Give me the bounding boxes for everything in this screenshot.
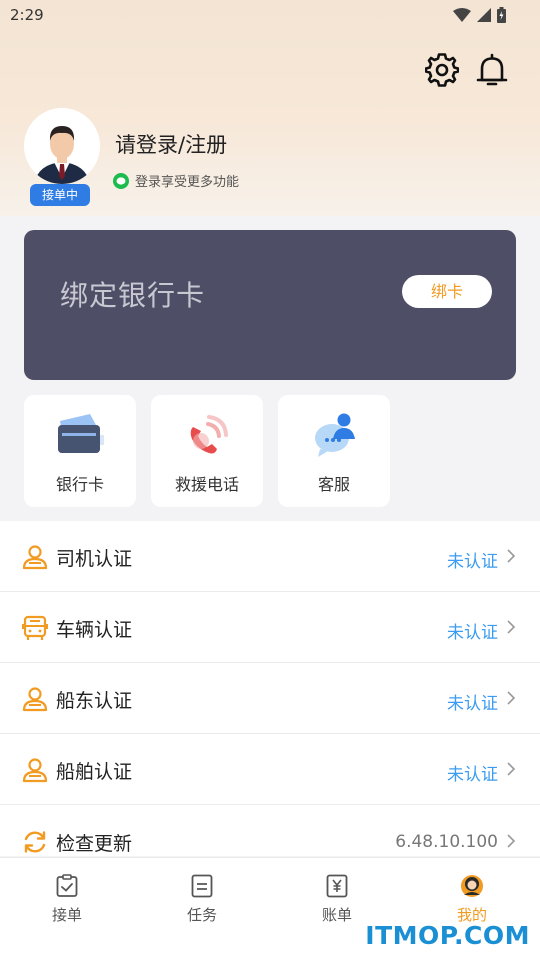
menu-row-label: 车辆认证 — [56, 619, 133, 641]
chevron-right-icon — [507, 620, 516, 634]
menu-row-status: 未认证 — [447, 623, 498, 643]
ship-icon — [22, 758, 48, 783]
quick-action-label: 银行卡 — [55, 475, 104, 494]
battery-icon — [497, 7, 506, 23]
task-list-icon — [191, 874, 213, 898]
chevron-right-icon — [507, 549, 516, 563]
status-icons — [453, 7, 506, 23]
menu-row-ship-verification[interactable]: 船舶认证 未认证 — [0, 734, 540, 805]
bind-bank-card-panel: 绑定银行卡 绑卡 — [24, 230, 516, 380]
quick-action-customer-service[interactable]: 客服 — [278, 395, 390, 507]
clipboard-check-icon — [56, 874, 78, 897]
chevron-right-icon — [507, 834, 516, 848]
menu-row-status: 未认证 — [447, 694, 498, 714]
menu-row-shipowner-verification[interactable]: 船东认证 未认证 — [0, 663, 540, 734]
wechat-icon — [113, 172, 129, 189]
quick-action-label: 客服 — [317, 475, 350, 494]
rescue-phone-icon — [190, 415, 228, 454]
bank-card-title: 绑定银行卡 — [60, 279, 206, 312]
signal-icon — [477, 8, 491, 22]
bill-yuan-icon — [326, 874, 348, 898]
quick-action-bank-card[interactable]: 银行卡 — [24, 395, 136, 507]
vehicle-icon — [22, 615, 48, 640]
menu-row-label: 检查更新 — [56, 833, 133, 855]
menu-row-driver-verification[interactable]: 司机认证 未认证 — [0, 521, 540, 592]
refresh-icon — [24, 831, 46, 853]
status-time: 2:29 — [10, 6, 44, 24]
quick-action-label: 救援电话 — [174, 475, 239, 494]
chevron-right-icon — [507, 762, 516, 776]
driver-icon — [22, 545, 48, 570]
login-subtitle: 登录享受更多功能 — [113, 171, 239, 190]
login-subtitle-text: 登录享受更多功能 — [135, 175, 240, 190]
profile-icon — [461, 875, 483, 897]
menu-row-status: 未认证 — [447, 552, 498, 572]
settings-gear-icon[interactable] — [425, 52, 459, 88]
tab-orders[interactable]: 接单 — [17, 872, 117, 932]
watermark: ITMOP.COM — [365, 921, 530, 950]
quick-action-rescue-phone[interactable]: 救援电话 — [151, 395, 263, 507]
customer-service-icon — [315, 413, 355, 457]
menu-row-check-update[interactable]: 检查更新 6.48.10.100 — [0, 806, 540, 856]
menu-row-vehicle-verification[interactable]: 车辆认证 未认证 — [0, 592, 540, 663]
menu-row-status: 未认证 — [447, 765, 498, 785]
bind-card-button[interactable]: 绑卡 — [402, 275, 492, 308]
tab-label: 任务 — [186, 906, 217, 924]
menu-list: 司机认证 未认证 车辆认证 未认证 船东认证 未认证 船舶认证 未认证 检查更新… — [0, 521, 540, 856]
bank-card-icon — [58, 414, 104, 453]
notification-bell-icon[interactable] — [475, 52, 509, 88]
shipowner-icon — [22, 687, 48, 712]
login-register-link[interactable]: 请登录/注册 — [115, 129, 227, 159]
menu-row-label: 司机认证 — [56, 548, 133, 570]
menu-row-label: 船东认证 — [56, 690, 133, 712]
order-status-badge: 接单中 — [30, 184, 90, 206]
user-avatar-icon — [24, 108, 100, 184]
app-version: 6.48.10.100 — [395, 832, 498, 852]
chevron-right-icon — [507, 691, 516, 705]
tab-tasks[interactable]: 任务 — [152, 872, 252, 932]
status-bar: 2:29 — [0, 0, 540, 30]
avatar[interactable] — [24, 108, 100, 184]
wifi-icon — [453, 8, 471, 22]
tab-label: 接单 — [51, 906, 82, 924]
menu-row-label: 船舶认证 — [56, 761, 133, 783]
